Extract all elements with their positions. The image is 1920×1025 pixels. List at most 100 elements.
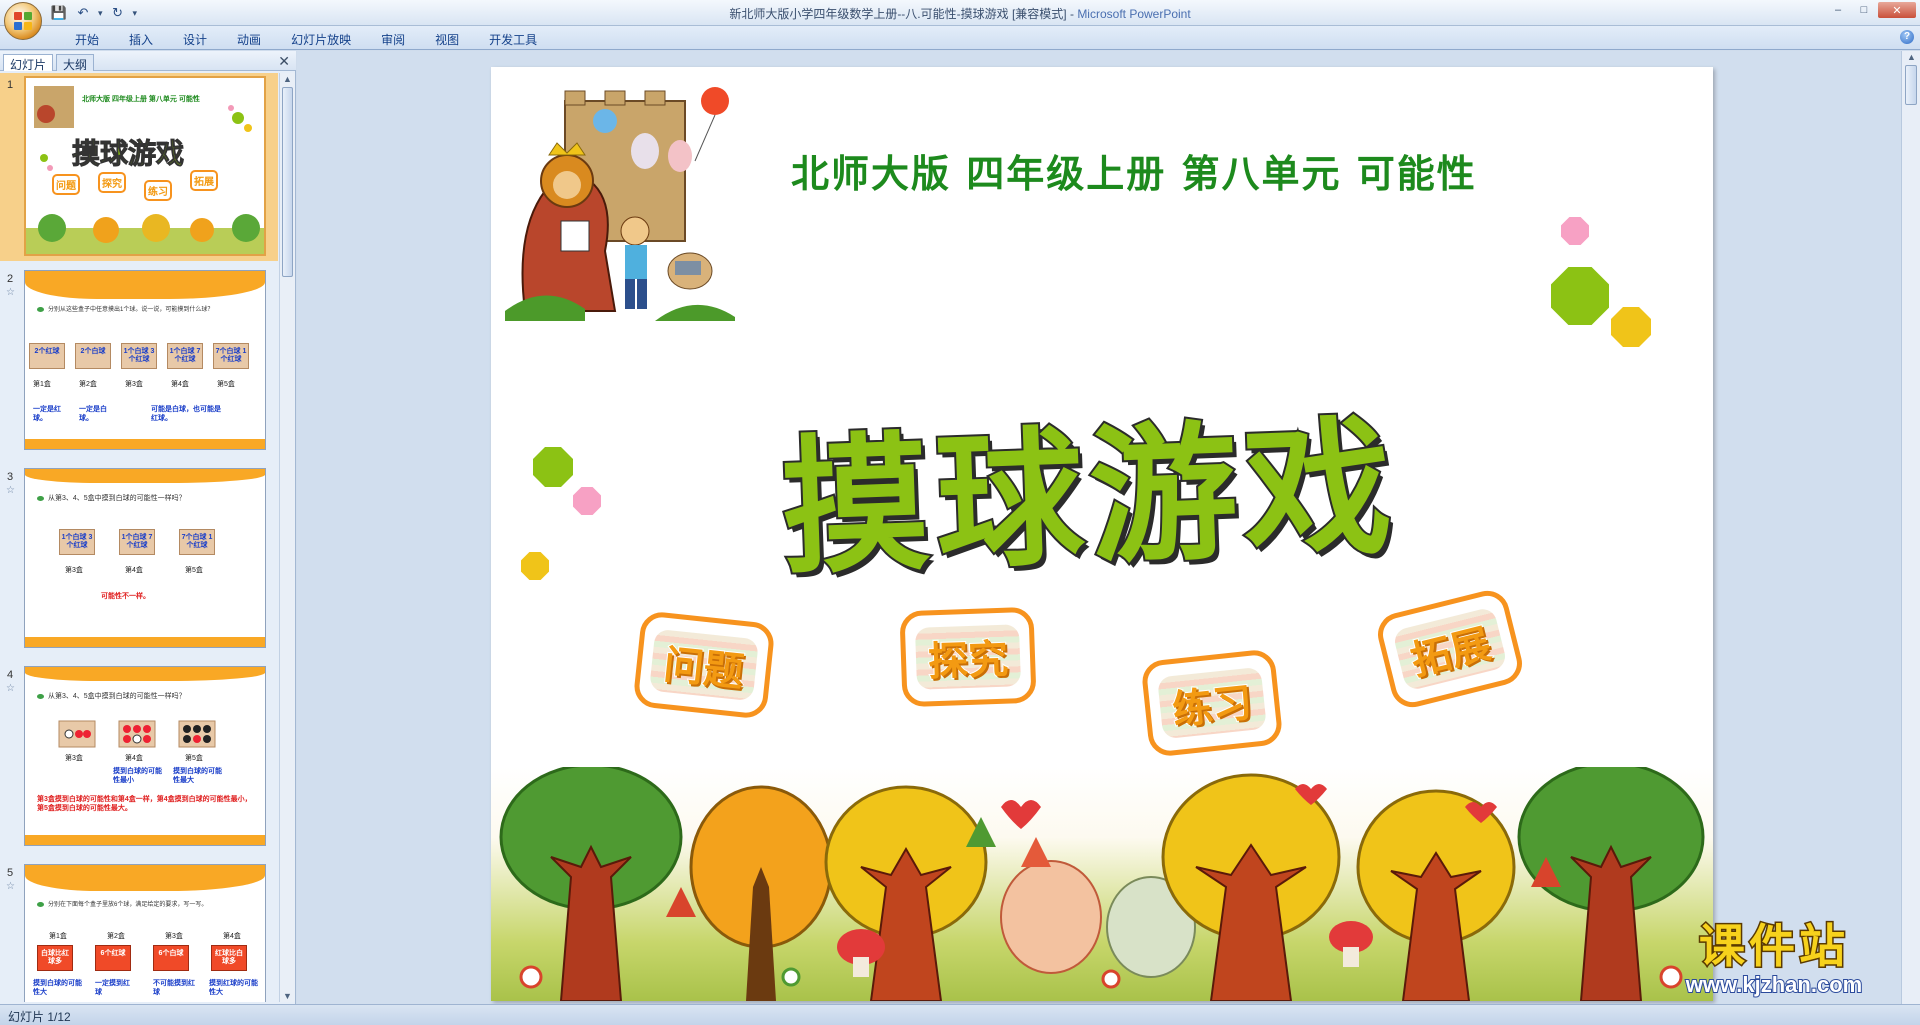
thumbnail-question: 分别在下面每个盒子里放6个球，满足给定的要求，写一写。 bbox=[37, 899, 207, 908]
slide-editor: 北师大版 四年级上册 第八单元 可能性 摸球游戏 问题 探究 练习 拓展 bbox=[297, 51, 1901, 1004]
thumbnail-box-label: 第5盒 bbox=[185, 567, 203, 574]
slide-thumbnail-5[interactable]: 5 ☆ 分别在下面每个盒子里放6个球，满足给定的要求，写一写。 第1盒 第2盒 … bbox=[0, 861, 278, 1002]
slide-subtitle[interactable]: 北师大版 四年级上册 第八单元 可能性 bbox=[791, 143, 1477, 198]
thumbnail-box: 1个白球 3个红球 bbox=[121, 343, 157, 369]
thumbnail-badge-problem: 问题 bbox=[52, 174, 80, 195]
tab-developer[interactable]: 开发工具 bbox=[474, 29, 552, 50]
maximize-button[interactable]: □ bbox=[1852, 2, 1876, 18]
office-button[interactable] bbox=[4, 2, 42, 40]
slide-thumbnail-1[interactable]: 1 北师大版 四年级上册 第八单元 可能性 摸球游戏 问题 探究 练习 拓展 bbox=[0, 73, 278, 261]
trees-illustration bbox=[499, 761, 1705, 1001]
ribbon: 开始 插入 设计 动画 幻灯片放映 审阅 视图 开发工具 ? bbox=[0, 26, 1920, 50]
thumbnail-note: 摸到红球的可能性大 bbox=[209, 980, 258, 996]
slide-number: 3 bbox=[7, 471, 14, 483]
thumbnail-note: 一定摸到红球 bbox=[95, 980, 130, 996]
tab-outline[interactable]: 大纲 bbox=[56, 54, 95, 72]
badge-problem[interactable]: 问题 bbox=[632, 610, 776, 720]
pane-tabs: 幻灯片 大纲 ✕ bbox=[0, 51, 296, 72]
badge-extend[interactable]: 拓展 bbox=[1373, 586, 1527, 712]
thumbnail-title: 摸球游戏 bbox=[71, 138, 185, 170]
close-button[interactable]: ✕ bbox=[1878, 2, 1916, 18]
ribbon-tabs: 开始 插入 设计 动画 幻灯片放映 审阅 视图 开发工具 bbox=[60, 29, 552, 50]
slide-title[interactable]: 摸球游戏 bbox=[777, 366, 1403, 602]
thumbnail-badge-extend: 拓展 bbox=[190, 170, 218, 191]
decor-dot-green bbox=[1551, 267, 1609, 325]
thumbnail-header-decoration bbox=[25, 469, 265, 483]
thumbnail-badge-explore: 探究 bbox=[98, 172, 126, 193]
animation-star-icon: ☆ bbox=[6, 881, 15, 892]
tab-slideshow[interactable]: 幻灯片放映 bbox=[276, 29, 366, 50]
badge-problem-label: 问题 bbox=[660, 641, 746, 697]
slide-scrollbar[interactable]: ▲ bbox=[1901, 51, 1920, 1004]
slides-pane: 幻灯片 大纲 ✕ 1 北师大版 四年级上册 第八单元 可能性 摸球游戏 问题 探… bbox=[0, 51, 296, 1004]
forest-meadow-illustration bbox=[491, 761, 1713, 1001]
app-name: Microsoft PowerPoint bbox=[1077, 7, 1191, 21]
minimize-button[interactable]: – bbox=[1826, 2, 1850, 18]
thumbnail-box-label: 第5盒 bbox=[217, 381, 235, 388]
thumbnail-box-label: 第4盒 bbox=[223, 933, 241, 940]
scrollbar-thumb[interactable] bbox=[1905, 65, 1917, 105]
badge-practice[interactable]: 练习 bbox=[1140, 648, 1284, 758]
animation-star-icon: ☆ bbox=[6, 683, 15, 694]
scroll-down-icon[interactable]: ▼ bbox=[283, 991, 292, 1001]
tab-home[interactable]: 开始 bbox=[60, 29, 114, 50]
thumbnail-badge-practice: 练习 bbox=[144, 180, 172, 201]
tab-insert[interactable]: 插入 bbox=[114, 29, 168, 50]
scroll-up-icon[interactable]: ▲ bbox=[283, 74, 292, 84]
thumbnail-header-decoration bbox=[25, 865, 265, 891]
thumbnail-box-label: 第3盒 bbox=[65, 755, 83, 762]
slide-thumbnail-2[interactable]: 2 ☆ 分别从这些盒子中任意摸出1个球。说一说，可能摸到什么球？ 2个红球 2个… bbox=[0, 267, 278, 455]
thumbnail-box: 2个红球 bbox=[29, 343, 65, 369]
tab-design[interactable]: 设计 bbox=[168, 29, 222, 50]
animation-star-icon: ☆ bbox=[6, 485, 15, 496]
decor-dot-pink bbox=[1561, 217, 1589, 245]
thumbnail-box: 1个白球 7个红球 bbox=[119, 529, 155, 555]
thumbnail-note: 摸到白球的可能性大 bbox=[33, 980, 82, 996]
cartoon-characters-illustration bbox=[505, 87, 735, 321]
site-watermark: 课件站 www.kjzhan.com bbox=[1654, 919, 1894, 1004]
thumbnail-box: 7个白球 1个红球 bbox=[179, 529, 215, 555]
thumbnail-box-label: 第3盒 bbox=[165, 933, 183, 940]
window-controls: – □ ✕ bbox=[1826, 2, 1916, 18]
document-title: 新北师大版小学四年级数学上册--八.可能性-摸球游戏 [兼容模式] - bbox=[729, 7, 1078, 21]
thumbnail-box-label: 第3盒 bbox=[65, 567, 83, 574]
slide-thumbnails: 1 北师大版 四年级上册 第八单元 可能性 摸球游戏 问题 探究 练习 拓展 2… bbox=[0, 73, 278, 1002]
thumbnail-question: 从第3、4、5盒中摸到白球的可能性一样吗？ bbox=[37, 493, 186, 503]
badge-explore[interactable]: 探究 bbox=[899, 606, 1037, 708]
thumbnail-note: 不可能摸到红球 bbox=[153, 980, 195, 996]
slide-number: 1 bbox=[7, 79, 14, 91]
thumbnail-answer: 可能性不一样。 bbox=[101, 593, 150, 600]
thumbnail-box-label: 第1盒 bbox=[49, 933, 67, 940]
thumbnail-box-label: 第5盒 bbox=[185, 755, 203, 762]
thumbnail-box: 6个红球 bbox=[95, 945, 131, 971]
thumbnail-footer-decoration bbox=[25, 637, 265, 647]
thumbnails-scrollbar[interactable]: ▲ ▼ bbox=[279, 73, 295, 1002]
help-icon[interactable]: ? bbox=[1900, 30, 1914, 44]
slide-thumbnail-3[interactable]: 3 ☆ 从第3、4、5盒中摸到白球的可能性一样吗？ 1个白球 3个红球 1个白球… bbox=[0, 465, 278, 653]
slide-thumbnail-4[interactable]: 4 ☆ 从第3、4、5盒中摸到白球的可能性一样吗？ 第3盒 第4盒 第5盒 摸到… bbox=[0, 663, 278, 851]
thumbnail-preview[interactable]: 从第3、4、5盒中摸到白球的可能性一样吗？ 1个白球 3个红球 1个白球 7个红… bbox=[24, 468, 266, 648]
tab-slides[interactable]: 幻灯片 bbox=[3, 54, 54, 72]
decor-dot-yellow bbox=[521, 552, 549, 580]
slide-indicator: 幻灯片 1/12 bbox=[8, 1010, 71, 1024]
tab-review[interactable]: 审阅 bbox=[366, 29, 420, 50]
thumbnail-box: 2个白球 bbox=[75, 343, 111, 369]
pane-close-icon[interactable]: ✕ bbox=[278, 53, 290, 70]
title-bar: 💾 ↶ ▾ ↻ ▾ 新北师大版小学四年级数学上册--八.可能性-摸球游戏 [兼容… bbox=[0, 0, 1920, 40]
watermark-logo-text: 课件站 bbox=[1698, 919, 1849, 974]
thumbnail-header-decoration bbox=[25, 271, 265, 299]
thumbnail-preview[interactable]: 北师大版 四年级上册 第八单元 可能性 摸球游戏 问题 探究 练习 拓展 bbox=[24, 76, 266, 256]
tab-view[interactable]: 视图 bbox=[420, 29, 474, 50]
thumbnail-preview[interactable]: 分别从这些盒子中任意摸出1个球。说一说，可能摸到什么球？ 2个红球 2个白球 1… bbox=[24, 270, 266, 450]
office-logo-icon bbox=[14, 12, 34, 32]
scrollbar-thumb[interactable] bbox=[282, 87, 293, 277]
thumbnail-question: 从第3、4、5盒中摸到白球的可能性一样吗？ bbox=[37, 691, 186, 701]
thumbnail-box-label: 第4盒 bbox=[125, 567, 143, 574]
thumbnail-preview[interactable]: 从第3、4、5盒中摸到白球的可能性一样吗？ 第3盒 第4盒 第5盒 摸到白球的可… bbox=[24, 666, 266, 846]
scroll-up-icon[interactable]: ▲ bbox=[1907, 52, 1916, 62]
slide-number: 2 bbox=[7, 273, 14, 285]
current-slide[interactable]: 北师大版 四年级上册 第八单元 可能性 摸球游戏 问题 探究 练习 拓展 bbox=[491, 67, 1713, 1001]
tab-animations[interactable]: 动画 bbox=[222, 29, 276, 50]
thumbnail-box-label: 第4盒 bbox=[125, 755, 143, 762]
thumbnail-preview[interactable]: 分别在下面每个盒子里放6个球，满足给定的要求，写一写。 第1盒 第2盒 第3盒 … bbox=[24, 864, 266, 1002]
